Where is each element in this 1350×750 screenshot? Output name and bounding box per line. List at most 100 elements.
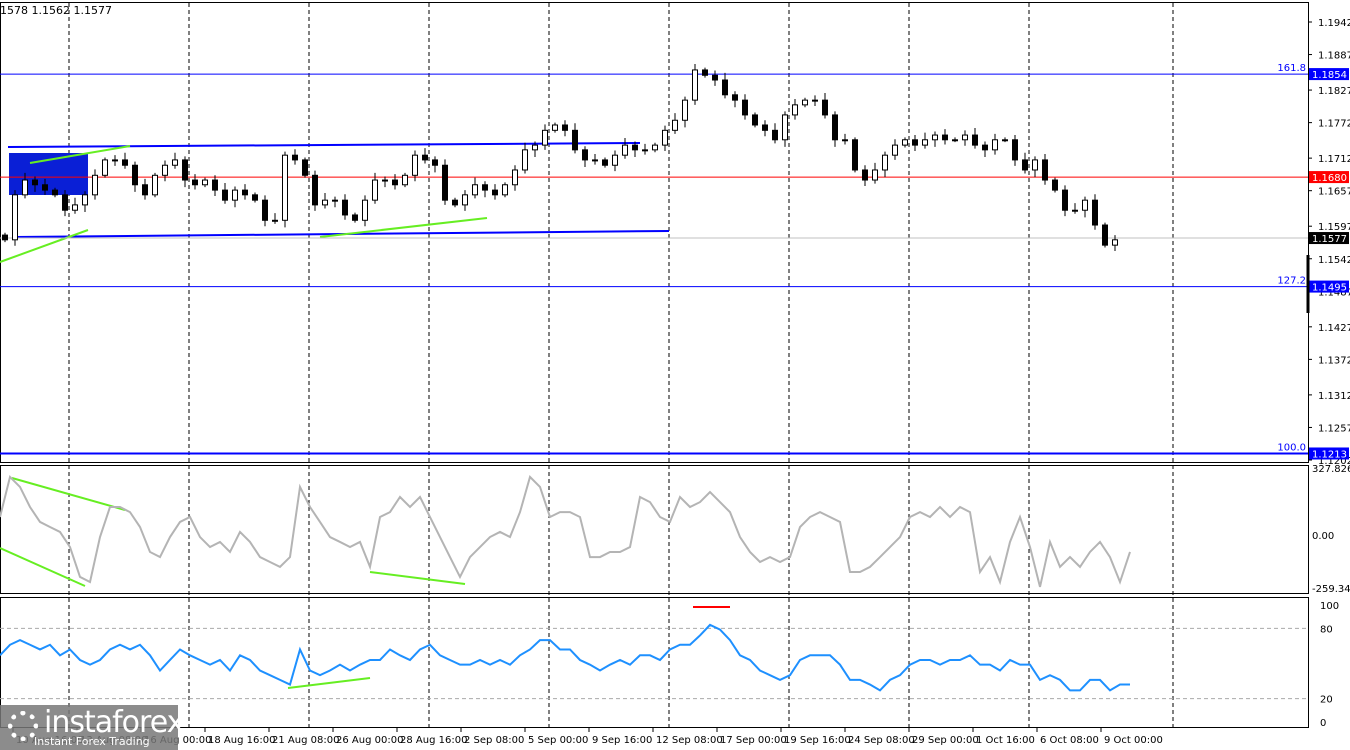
- price-tick-label: 1.1427: [1318, 323, 1350, 334]
- cci-line: [0, 474, 1131, 588]
- level-label: 127.2: [1277, 276, 1306, 287]
- candle-body: [1072, 209, 1078, 212]
- price-tag-label: 1.1577: [1312, 234, 1347, 245]
- candle-body: [842, 139, 848, 142]
- candle-body: [822, 99, 828, 116]
- candle-body: [612, 154, 618, 166]
- time-tick-label: 18 Aug 16:00: [208, 735, 275, 746]
- panel-frame-0: [0, 2, 1309, 463]
- candle-body: [772, 129, 778, 141]
- candle-body: [1102, 224, 1108, 246]
- candle-body: [942, 134, 948, 141]
- candle-body: [382, 179, 388, 182]
- price-tag-label: 1.1854: [1312, 70, 1347, 81]
- candle-body: [212, 179, 218, 191]
- candle-body: [462, 194, 468, 206]
- candle-body: [1112, 239, 1118, 246]
- price-tick-label: 1.1772: [1318, 119, 1350, 130]
- candle-body: [102, 159, 108, 176]
- candle-body: [272, 219, 278, 222]
- candle-body: [672, 119, 678, 131]
- candle-body: [602, 159, 608, 166]
- time-tick-label: 5 Sep 00:00: [528, 735, 588, 746]
- candle-body: [132, 164, 138, 186]
- candle-body: [1022, 159, 1028, 171]
- candle-body: [902, 139, 908, 146]
- candle-body: [12, 194, 18, 241]
- time-tick-label: 24 Sep 08:00: [848, 735, 915, 746]
- price-tick-label: 1.1597: [1318, 222, 1350, 233]
- price-tick-label: 1.1942: [1318, 18, 1350, 29]
- candle-body: [692, 69, 698, 101]
- candle-body: [352, 214, 358, 221]
- candle-body: [202, 179, 208, 186]
- candle-body: [1032, 159, 1038, 171]
- stoch-divergence-line: [287, 677, 371, 689]
- candle-body: [532, 144, 538, 151]
- time-tick-label: 1 Oct 16:00: [976, 735, 1035, 746]
- time-tick-label: 17 Sep 00:00: [720, 735, 787, 746]
- candle-body: [432, 159, 438, 166]
- candle-body: [92, 174, 98, 196]
- candle-body: [982, 144, 988, 151]
- candle-body: [572, 129, 578, 151]
- candle-body: [262, 199, 268, 221]
- candle-body: [422, 154, 428, 161]
- candle-body: [972, 134, 978, 146]
- candle-body: [952, 139, 958, 142]
- candle-body: [322, 199, 328, 206]
- time-tick-label: 19 Sep 16:00: [784, 735, 851, 746]
- candle-body: [1042, 159, 1048, 181]
- time-tick-label: 6 Oct 08:00: [1040, 735, 1099, 746]
- candle-body: [172, 159, 178, 166]
- stoch-line: [0, 623, 1130, 692]
- candle-body: [412, 154, 418, 176]
- price-chart[interactable]: 1.1942 1.1887 1.1827 1.1772 1.1712 1.1657 1.15…: [0, 0, 1350, 750]
- time-tick-label: 29 Sep 00:00: [912, 735, 979, 746]
- candle-body: [242, 189, 248, 196]
- candle-body: [852, 139, 858, 171]
- candle-body: [722, 79, 728, 96]
- price-tick-label: 1.1657: [1318, 187, 1350, 198]
- candle-body: [812, 99, 818, 102]
- candle-body: [1062, 189, 1068, 211]
- candle-body: [372, 179, 378, 201]
- candle-body: [642, 149, 648, 152]
- candle-body: [72, 204, 78, 211]
- candle-body: [292, 154, 298, 161]
- time-tick-label: 12 Sep 08:00: [656, 735, 723, 746]
- candle-body: [52, 189, 58, 196]
- stoch-tick-label: 100: [1320, 601, 1339, 612]
- stoch-tick-label: 20: [1320, 695, 1333, 706]
- cci-tick-label: 327.826: [1312, 464, 1350, 475]
- candle-body: [392, 179, 398, 186]
- candle-body: [1082, 199, 1088, 211]
- stoch-tick-label: 0: [1320, 718, 1326, 729]
- candle-body: [1002, 139, 1008, 142]
- cci-tick-label: 0.00: [1312, 531, 1334, 542]
- candle-body: [732, 94, 738, 101]
- candle-body: [862, 169, 868, 181]
- cci-tick-label: -259.342: [1312, 584, 1350, 595]
- price-tick-label: 1.1312: [1318, 391, 1350, 402]
- candle-body: [42, 184, 48, 191]
- time-tick-label: 28 Aug 16:00: [400, 735, 467, 746]
- candle-body: [342, 199, 348, 216]
- candle-body: [252, 194, 258, 201]
- candle-body: [222, 189, 228, 201]
- time-tick-label: 26 Aug 00:00: [336, 735, 403, 746]
- candle-body: [992, 139, 998, 151]
- candle-body: [662, 129, 668, 146]
- candle-body: [762, 124, 768, 131]
- candle-body: [502, 184, 508, 196]
- candle-body: [312, 174, 318, 206]
- price-tick-label: 1.1542: [1318, 255, 1350, 266]
- candle-body: [492, 189, 498, 196]
- candle-body: [1012, 139, 1018, 161]
- candle-body: [452, 199, 458, 206]
- candle-body: [142, 184, 148, 196]
- candle-body: [472, 184, 478, 196]
- candle-body: [1092, 199, 1098, 226]
- candle-body: [442, 164, 448, 201]
- candle-body: [62, 194, 68, 211]
